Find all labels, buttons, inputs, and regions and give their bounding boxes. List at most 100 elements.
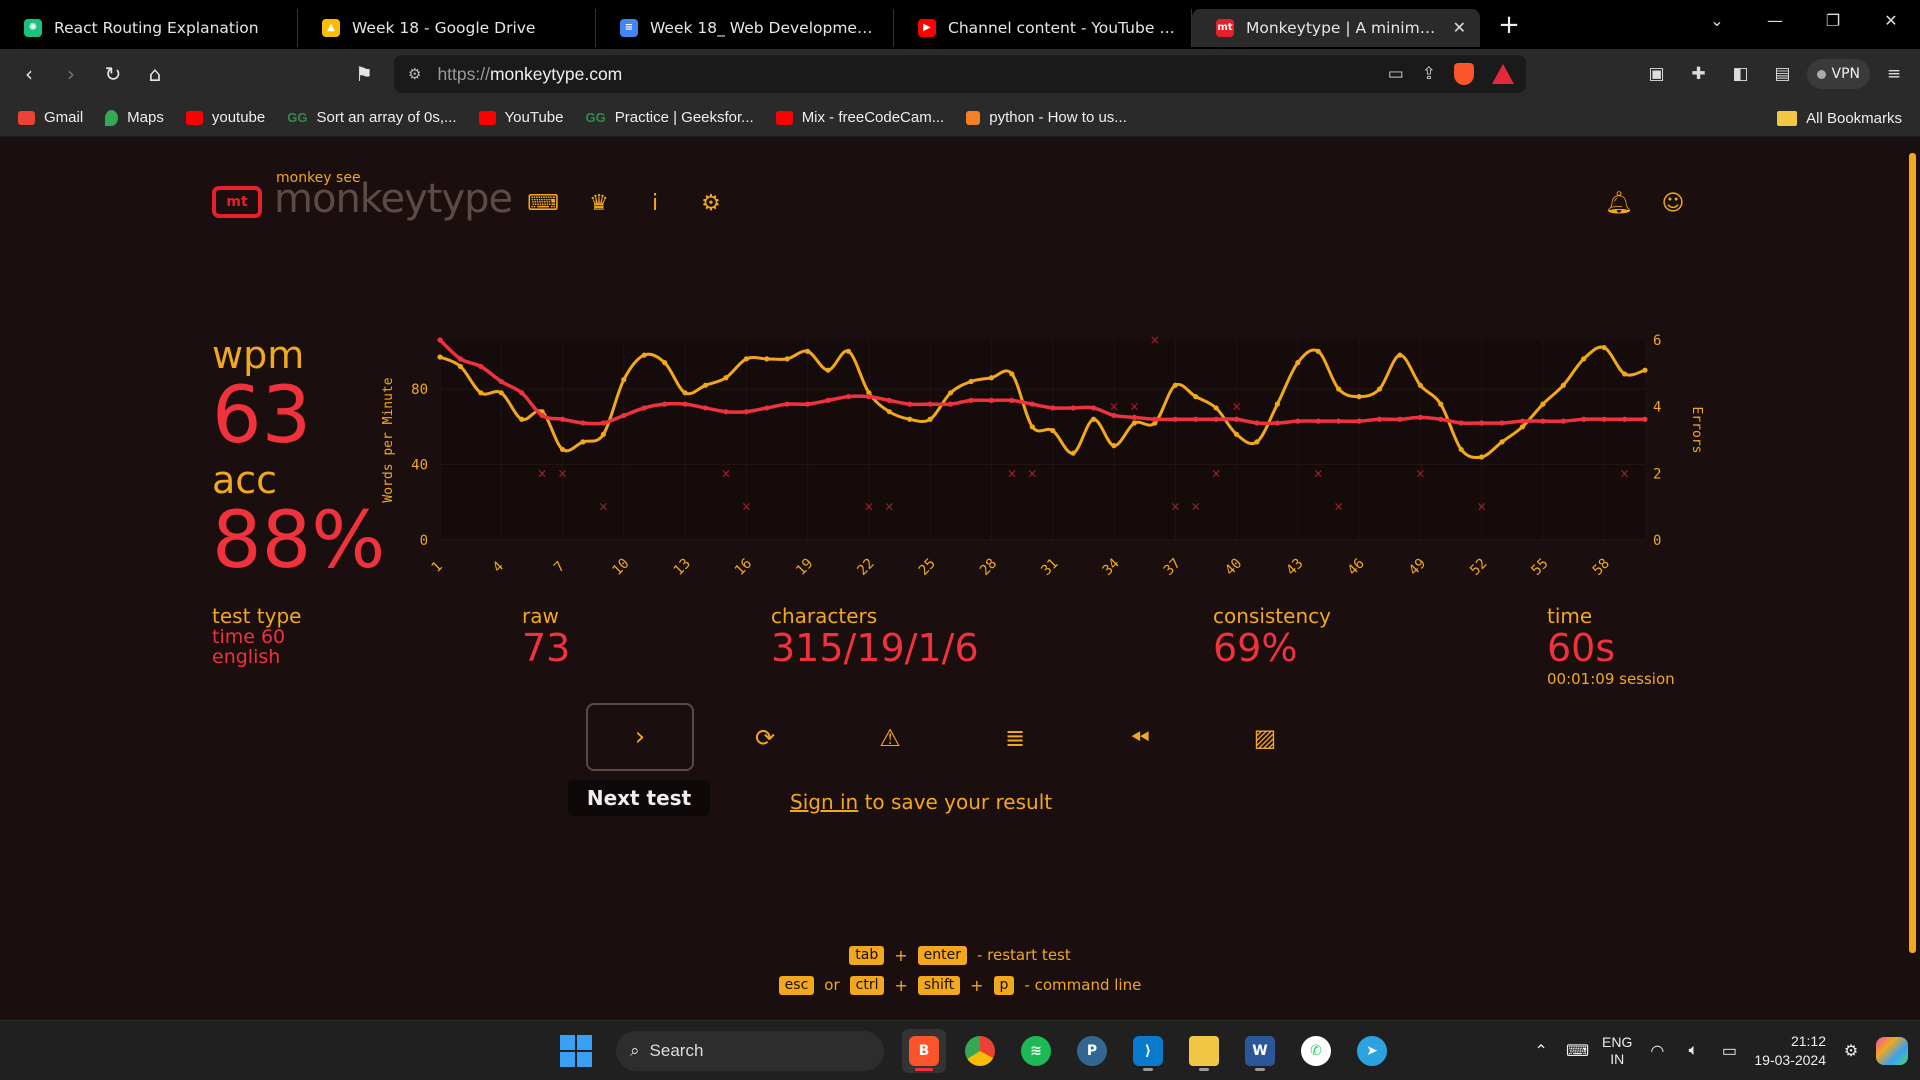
user-icon[interactable]: ☺ [1660,190,1686,216]
chart-y2-tick: 6 [1653,333,1661,349]
restart-icon[interactable]: ⟳ [748,721,782,755]
back-icon[interactable]: ‹ [8,54,50,94]
sign-in-suffix: to save your result [858,790,1053,814]
browser-tab[interactable]: ≡ Week 18_ Web Development - Goog [596,8,894,47]
tab-search-icon[interactable]: ⌄ [1688,0,1746,40]
chart-point-raw [1213,405,1219,411]
bell-icon[interactable]: 🔔︎ [1605,190,1633,216]
extension-icon[interactable]: ▣ [1639,56,1675,92]
close-tab-icon[interactable]: ✕ [1453,18,1466,37]
taskbar-explorer[interactable] [1182,1029,1226,1073]
sidebar-icon[interactable]: ◧ [1723,56,1759,92]
battery-icon[interactable]: ▭ [1718,1041,1740,1061]
home-icon[interactable]: ⌂ [134,54,176,94]
next-test-button[interactable]: › [586,703,694,771]
chart-point-wpm [1193,416,1199,422]
keyboard-icon[interactable]: ⌨ [527,190,559,216]
bookmark-item[interactable]: Gmail [18,109,83,126]
chevron-up-icon[interactable]: ⌃ [1530,1041,1552,1061]
taskbar-spotify[interactable]: ≋ [1014,1029,1058,1073]
close-window-icon[interactable]: ✕ [1862,0,1920,40]
consistency-stat: consistency 69% [1213,604,1331,670]
reload-icon[interactable]: ↻ [92,54,134,94]
page-scrollbar[interactable] [1907,143,1917,953]
taskbar-vscode[interactable]: ⟩ [1126,1029,1170,1073]
forward-icon[interactable]: › [50,54,92,94]
taskbar-chrome[interactable] [958,1029,1002,1073]
chart-point-raw [1601,344,1607,351]
chart-point-wpm [1274,420,1280,426]
bookmark-item[interactable]: youtube [185,109,265,126]
word-icon: W [1245,1036,1275,1066]
url-host: monkeytype.com [489,63,623,84]
replay-icon[interactable]: ⏪︎ [1123,721,1157,755]
characters-value: 315/19/1/6 [771,626,979,670]
chart-point-raw [1070,450,1076,456]
chart-point-raw [437,354,443,360]
next-test-tooltip: Next test [568,780,710,816]
clock[interactable]: 21:12 19-03-2024 [1754,1032,1826,1070]
copilot-icon[interactable] [1876,1037,1908,1065]
taskbar-whatsapp[interactable]: ✆ [1294,1029,1338,1073]
bookmark-item[interactable]: python - How to us... [966,109,1127,126]
brave-shields-icon[interactable] [1454,63,1474,85]
crown-icon[interactable]: ♛ [586,190,612,216]
chart-point-raw [825,367,831,373]
share-icon[interactable]: ⇪ [1422,64,1436,84]
restore-icon[interactable]: ❐ [1804,0,1862,40]
browser-tab[interactable]: ✺ React Routing Explanation [0,8,298,47]
minimize-icon[interactable]: — [1746,0,1804,40]
notification-gear-icon[interactable]: ⚙ [1840,1041,1862,1061]
bookmark-item[interactable]: YouTube [478,109,564,126]
browser-tab[interactable]: ▶ Channel content - YouTube Studio [894,8,1192,47]
wallet-icon[interactable]: ▤ [1765,56,1801,92]
words-history-icon[interactable]: ≣ [998,721,1032,755]
extensions-puzzle-icon[interactable]: ✚ [1681,56,1717,92]
taskbar-word[interactable]: W [1238,1029,1282,1073]
brave-rewards-icon[interactable] [1492,64,1514,84]
site-info-icon[interactable]: ⚙ [408,65,421,83]
chart-point-wpm [927,401,933,407]
chart-error-mark: × [1620,466,1630,480]
scrollbar-thumb[interactable] [1909,153,1916,953]
characters-label: characters [771,604,878,628]
bookmark-item[interactable]: GG Practice | Geeksfor... [586,109,754,126]
hint-command-line: esc or ctrl + shift + p - command line [0,970,1920,1000]
info-icon[interactable]: ⅰ [642,190,668,216]
chart-point-wpm [1479,420,1485,426]
browser-tab[interactable]: mt Monkeytype | A minimalistic, cu ✕ [1192,8,1480,47]
vpn-button[interactable]: VPN [1806,59,1870,89]
tab-title: React Routing Explanation [54,18,259,37]
volume-icon[interactable]: 🔈︎ [1682,1042,1704,1060]
geeksforgeeks-icon: GG [287,110,308,125]
bookmark-item[interactable]: Maps [105,109,164,126]
bookmark-item[interactable]: Mix - freeCodeCam... [775,109,944,126]
wifi-icon[interactable]: ◠ [1646,1041,1668,1061]
start-button[interactable] [554,1029,598,1073]
warning-icon[interactable]: ⚠ [873,721,907,755]
chart-point-raw [1295,360,1301,366]
chart-point-wpm [743,409,749,415]
keyboard-icon[interactable]: ⌨ [1566,1041,1589,1061]
chart-x-tick: 46 [1345,556,1368,579]
menu-icon[interactable]: ≡ [1876,56,1912,92]
taskbar-telegram[interactable]: ➤ [1350,1029,1394,1073]
taskbar-search[interactable]: ⌕ Search [616,1031,884,1071]
bookmark-item[interactable]: GG Sort an array of 0s,... [287,109,456,126]
input-language[interactable]: ENG IN [1602,1034,1632,1068]
chart-x-tick: 34 [1100,556,1123,579]
bookmark-icon[interactable]: ⚑ [343,54,385,94]
gear-icon[interactable]: ⚙ [698,190,724,216]
sign-in-link[interactable]: Sign in [790,790,858,814]
cast-icon[interactable]: ▭ [1388,64,1404,84]
taskbar-postgres[interactable]: P [1070,1029,1114,1073]
new-tab-button[interactable]: + [1494,10,1524,40]
logo[interactable]: mt monkey see monkeytype [212,170,513,222]
chart-x-tick: 7 [551,559,568,576]
tab-favicon-icon: mt [1216,18,1234,37]
screenshot-icon[interactable]: ▨ [1248,721,1282,755]
all-bookmarks-button[interactable]: All Bookmarks [1777,99,1902,137]
address-bar[interactable]: ⚙ https://monkeytype.com ▭ ⇪ [394,55,1526,93]
browser-tab[interactable]: ▲ Week 18 - Google Drive [298,8,596,47]
taskbar-brave[interactable]: B [902,1029,946,1073]
